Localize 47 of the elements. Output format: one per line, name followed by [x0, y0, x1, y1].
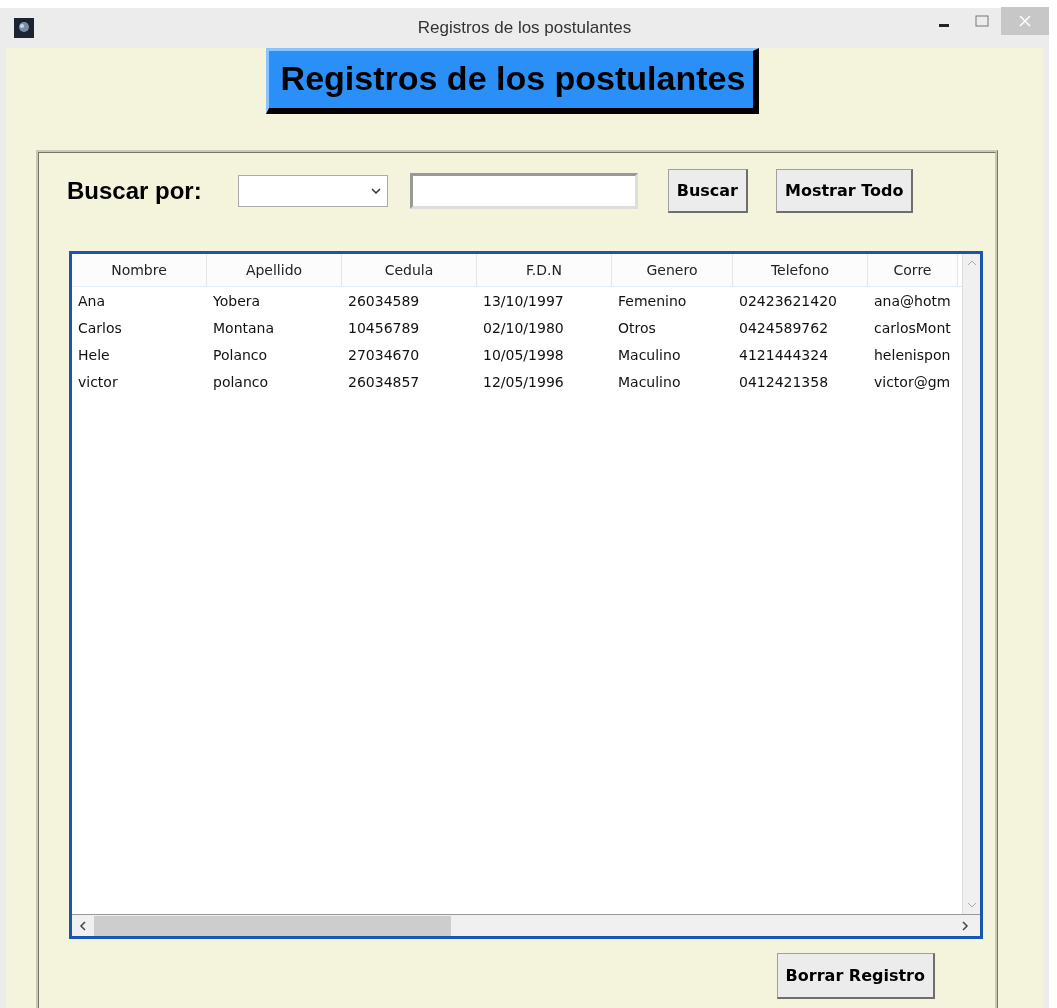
close-button[interactable]: [1001, 7, 1049, 35]
table-cell-text: Otros: [617, 318, 657, 338]
table-cell-text: 26034589: [347, 291, 421, 311]
table-cell-text: Yobera: [212, 291, 262, 311]
table-cell-text: Montana: [212, 318, 276, 338]
search-field[interactable]: [409, 173, 638, 209]
table-cell-text: 02/10/1980: [482, 318, 565, 338]
scrollbar-thumb[interactable]: [94, 915, 451, 936]
table-cell-text: 26034857: [347, 372, 421, 392]
chevron-down-icon: [370, 187, 381, 195]
table-cell-text: 10456789: [347, 318, 421, 338]
close-icon: [1019, 15, 1031, 27]
table-cell-text: Maculino: [617, 372, 682, 392]
window-title: Registros de los postulantes: [417, 18, 632, 37]
search-button[interactable]: Buscar: [667, 169, 748, 213]
show-all-button[interactable]: Mostrar Todo: [776, 169, 914, 213]
table-cell-text: 0424589762: [738, 318, 830, 338]
table-cell-text: 4121444324: [738, 345, 830, 365]
table-cell-text: ana@hotm: [873, 291, 952, 311]
scroll-up-icon[interactable]: [965, 258, 978, 268]
table-cell-text: carlosMont: [873, 318, 952, 338]
table-cell-text: 12/05/1996: [482, 372, 565, 392]
horizontal-scrollbar[interactable]: [72, 914, 980, 936]
table-cell-text: 0412421358: [738, 372, 830, 392]
table-cell-text: Femenino: [617, 291, 688, 311]
search-by-dropdown[interactable]: [237, 175, 388, 207]
table-cell-text: 27034670: [347, 345, 421, 365]
maximize-icon: [975, 15, 989, 27]
table-cell-text: Ana: [77, 291, 107, 311]
table-cell-text: Polanco: [212, 345, 269, 365]
table-cell-text: 13/10/1997: [482, 291, 565, 311]
table-cell-text: Maculino: [617, 345, 682, 365]
table-cell-text: 02423621420: [738, 291, 838, 311]
table-cell-text: Carlos: [77, 318, 123, 338]
banner-title: Registros de los postulantes: [265, 48, 760, 114]
table-cell-text: polanco: [212, 372, 270, 392]
delete-record-button[interactable]: Borrar Registro: [776, 953, 935, 999]
minimize-icon: [939, 23, 949, 27]
table-cell-text: victor@gm: [873, 372, 952, 392]
scroll-down-icon[interactable]: [965, 900, 978, 910]
table-cell-text: Hele: [77, 345, 111, 365]
table-cell-text: victor: [77, 372, 119, 392]
search-label: Buscar por:: [67, 177, 202, 205]
table-cell-text: helenispon: [873, 345, 952, 365]
vertical-scrollbar[interactable]: [962, 254, 980, 914]
table-cell-text: 10/05/1998: [482, 345, 565, 365]
app-icon: [14, 18, 34, 38]
